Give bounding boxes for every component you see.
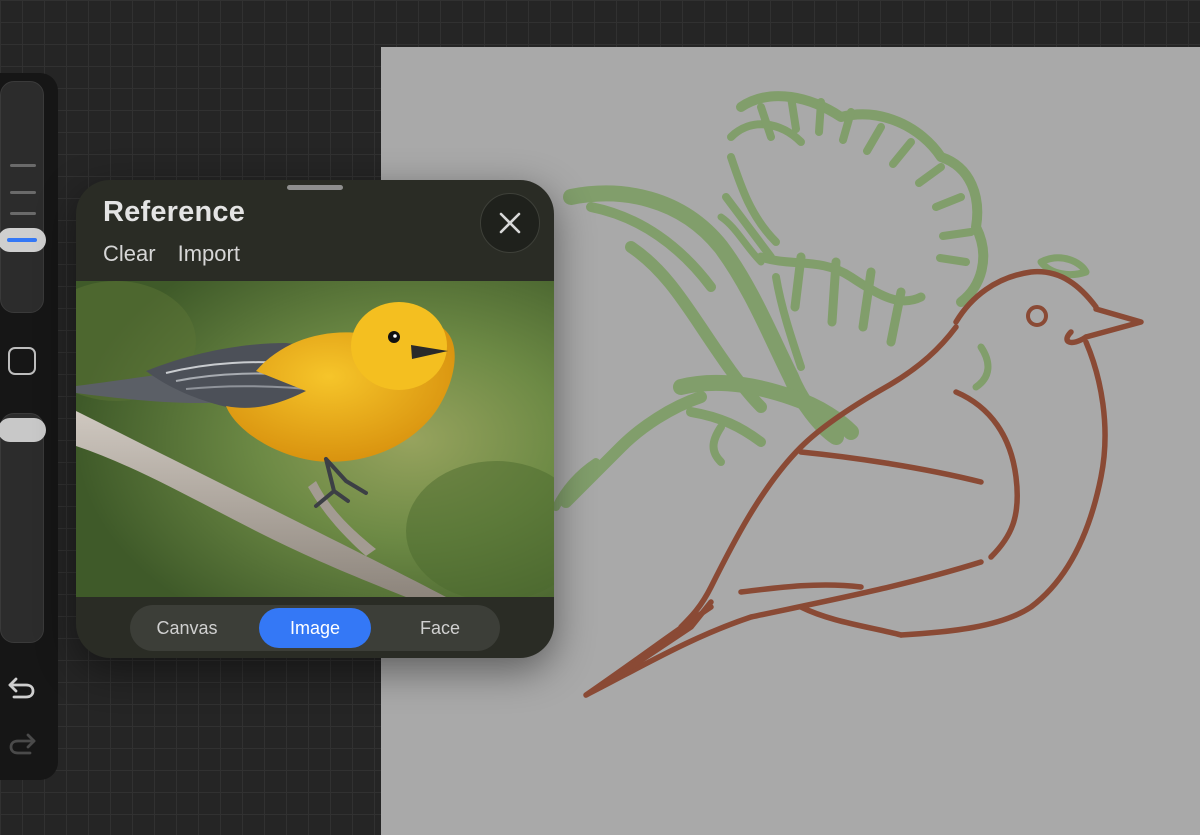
- panel-actions: Clear Import: [103, 241, 240, 267]
- opacity-thumb[interactable]: [0, 418, 46, 442]
- redo-button[interactable]: [6, 729, 38, 757]
- brush-size-thumb[interactable]: [0, 228, 46, 252]
- mode-face-tab[interactable]: Face: [382, 608, 498, 648]
- close-icon: [499, 212, 521, 234]
- close-button[interactable]: [480, 193, 540, 253]
- reference-panel[interactable]: Reference Clear Import Canvas Image Face: [76, 180, 554, 658]
- slider-tick: [10, 164, 36, 167]
- import-button[interactable]: Import: [178, 241, 240, 267]
- bird-sketch: [583, 268, 1144, 698]
- reference-mode-selector: Canvas Image Face: [130, 605, 500, 651]
- undo-button[interactable]: [6, 673, 38, 701]
- left-sidebar: [0, 73, 58, 780]
- bird-photo: [76, 281, 554, 597]
- brush-size-slider[interactable]: [0, 81, 46, 313]
- slider-tick: [10, 191, 36, 194]
- mode-canvas-tab[interactable]: Canvas: [130, 608, 244, 648]
- reference-image[interactable]: [76, 281, 554, 597]
- opacity-slider[interactable]: [0, 413, 46, 643]
- panel-grabber[interactable]: [287, 185, 343, 190]
- bird-eye: [1026, 305, 1048, 327]
- brush-size-indicator: [7, 238, 37, 242]
- panel-title: Reference: [103, 196, 246, 228]
- undo-arrow-icon: [8, 677, 35, 699]
- clear-button[interactable]: Clear: [103, 241, 156, 267]
- modify-button[interactable]: [8, 347, 36, 375]
- slider-tick: [10, 212, 36, 215]
- mode-image-tab[interactable]: Image: [259, 608, 371, 648]
- redo-arrow-icon: [9, 733, 36, 755]
